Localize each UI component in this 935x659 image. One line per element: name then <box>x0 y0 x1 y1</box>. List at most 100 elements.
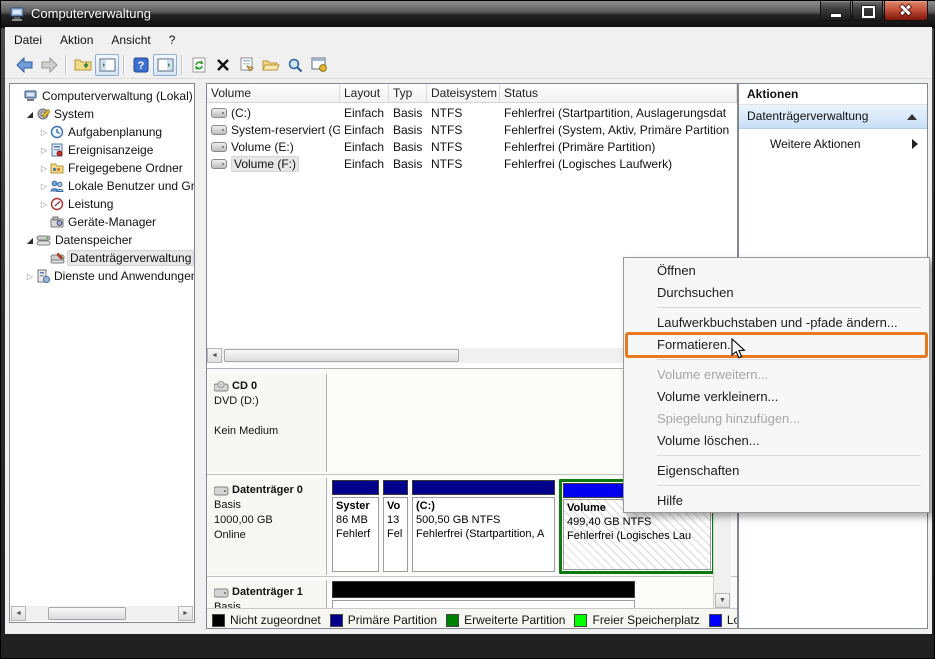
column-header-volume[interactable]: Volume <box>207 84 340 102</box>
scroll-left-icon[interactable]: ◄ <box>207 348 222 363</box>
search-button[interactable] <box>283 54 307 76</box>
menu-datei[interactable]: Datei <box>5 30 51 50</box>
tree-item-system[interactable]: System <box>10 105 194 123</box>
partition-color-band <box>383 480 408 495</box>
legend-item: Freier Speicherplatz <box>574 613 700 627</box>
tree-item-datenspeicher[interactable]: Datenspeicher <box>10 231 194 249</box>
menu-item-eigenschaften[interactable]: Eigenschaften <box>624 460 929 482</box>
maximize-icon <box>861 5 876 19</box>
legend-color-swatch <box>212 613 225 627</box>
menu-ansicht[interactable]: Ansicht <box>102 30 159 50</box>
close-button[interactable] <box>884 1 928 21</box>
collapse-icon[interactable] <box>907 114 917 120</box>
expander-icon[interactable] <box>24 110 36 119</box>
cd0-descriptor[interactable]: CD 0 DVD (D:) Kein Medium <box>208 374 327 472</box>
menu-separator <box>624 452 929 460</box>
partition-legend: Nicht zugeordnet Primäre Partition Erwei… <box>207 608 737 628</box>
partition-volume-e[interactable]: Vo 13 Fel <box>383 480 408 572</box>
partition-system-reserviert[interactable]: Syster 86 MB Fehlerf <box>332 480 379 572</box>
column-header-status[interactable]: Status <box>500 84 737 102</box>
scroll-down-icon[interactable]: ▼ <box>715 593 730 608</box>
menu-item-hilfe[interactable]: Hilfe <box>624 490 929 512</box>
mouse-cursor <box>731 338 746 359</box>
menu-aktion[interactable]: Aktion <box>51 30 102 50</box>
toolbar-separator <box>123 54 125 75</box>
table-row-system-reserviert[interactable]: System-reserviert (G:) Einfach Basis NTF… <box>207 121 737 138</box>
titlebar[interactable]: Computerverwaltung <box>1 1 935 28</box>
disk-icon <box>214 486 229 496</box>
scroll-left-icon[interactable]: ◄ <box>11 606 26 621</box>
volume-icon <box>211 107 227 118</box>
legend-color-swatch <box>329 613 343 627</box>
expander-icon[interactable] <box>24 236 36 245</box>
open-folder-button[interactable] <box>259 54 283 76</box>
expander-icon[interactable] <box>38 182 50 191</box>
tree-item-dienste-anwendungen[interactable]: Dienste und Anwendungen <box>10 267 194 285</box>
column-header-layout[interactable]: Layout <box>340 84 389 102</box>
menu-item-durchsuchen[interactable]: Durchsuchen <box>624 282 929 304</box>
tree-item-freigegebene-ordner[interactable]: Freigegebene Ordner <box>10 159 194 177</box>
submenu-arrow-icon <box>912 139 918 149</box>
system-icon <box>36 107 50 121</box>
search-icon <box>288 58 303 72</box>
export-list-button[interactable] <box>307 54 331 76</box>
minimize-icon <box>830 13 842 18</box>
actions-group-datentraegerverwaltung[interactable]: Datenträgerverwaltung <box>739 105 927 129</box>
menu-item-laufwerkbuchstaben[interactable]: Laufwerkbuchstaben und -pfade ändern... <box>624 312 929 334</box>
toolbar: ? <box>5 51 932 79</box>
disk0-descriptor[interactable]: Datenträger 0 Basis 1000,00 GB Online <box>208 478 327 575</box>
expander-icon[interactable] <box>38 146 50 155</box>
tree-item-leistung[interactable]: Leistung <box>10 195 194 213</box>
partition-color-band <box>332 581 635 598</box>
tree-item-computerverwaltung[interactable]: Computerverwaltung (Lokal) <box>10 87 194 105</box>
partition-c[interactable]: (C:) 500,50 GB NTFS Fehlerfrei (Startparti… <box>412 480 555 572</box>
table-row-volume-e[interactable]: Volume (E:) Einfach Basis NTFS Fehlerfre… <box>207 138 737 155</box>
action-pane-button[interactable] <box>153 53 177 76</box>
forward-button[interactable] <box>37 54 61 76</box>
menu-hilfe[interactable]: ? <box>160 30 185 50</box>
partition-unallocated[interactable] <box>332 581 635 609</box>
refresh-button[interactable] <box>187 54 211 76</box>
tree-item-lokale-benutzer[interactable]: Lokale Benutzer und Gru <box>10 177 194 195</box>
properties-icon <box>240 57 254 72</box>
help-button[interactable]: ? <box>129 54 153 76</box>
tree-item-ereignisanzeige[interactable]: Ereignisanzeige <box>10 141 194 159</box>
expander-icon[interactable] <box>24 272 36 281</box>
expander-icon[interactable] <box>38 200 50 209</box>
scrollbar-thumb[interactable] <box>48 607 126 620</box>
column-header-typ[interactable]: Typ <box>389 84 427 102</box>
expander-icon[interactable] <box>38 128 50 137</box>
tree-item-geraete-manager[interactable]: Geräte-Manager <box>10 213 194 231</box>
cd-drive-icon <box>214 381 229 392</box>
local-users-icon <box>50 179 64 193</box>
menu-item-volume-loeschen[interactable]: Volume löschen... <box>624 430 929 452</box>
event-viewer-icon <box>50 143 64 157</box>
legend-color-swatch <box>446 613 460 627</box>
svg-text:?: ? <box>138 60 145 72</box>
scrollbar-thumb[interactable] <box>224 349 459 362</box>
menu-item-volume-verkleinern[interactable]: Volume verkleinern... <box>624 386 929 408</box>
back-button[interactable] <box>13 54 37 76</box>
column-header-dateisystem[interactable]: Dateisystem <box>427 84 500 102</box>
folder-up-button[interactable] <box>71 54 95 76</box>
table-row-c[interactable]: (C:) Einfach Basis NTFS Fehlerfrei (Star… <box>207 104 737 121</box>
tree-item-aufgabenplanung[interactable]: Aufgabenplanung <box>10 123 194 141</box>
weitere-aktionen-item[interactable]: Weitere Aktionen <box>739 133 927 155</box>
menu-item-oeffnen[interactable]: Öffnen <box>624 260 929 282</box>
help-icon: ? <box>133 57 149 72</box>
export-list-icon <box>311 57 327 72</box>
tree-item-datentraegerverwaltung[interactable]: Datenträgerverwaltung <box>10 249 194 267</box>
minimize-button[interactable] <box>820 1 851 21</box>
disk1-descriptor[interactable]: Datenträger 1 Basis <box>208 580 327 613</box>
console-tree-button[interactable] <box>95 53 119 76</box>
maximize-button[interactable] <box>852 1 883 21</box>
tree-horizontal-scrollbar[interactable]: ◄ ► <box>11 606 193 621</box>
expander-icon[interactable] <box>38 164 50 173</box>
action-pane-icon <box>157 58 173 71</box>
properties-button[interactable] <box>235 54 259 76</box>
scroll-right-icon[interactable]: ► <box>178 606 193 621</box>
legend-item: Nicht zugeordnet <box>212 613 321 627</box>
delete-button[interactable] <box>211 54 235 76</box>
partition-color-band <box>332 480 379 495</box>
table-row-volume-f[interactable]: Volume (F:) Einfach Basis NTFS Fehlerfre… <box>207 155 737 172</box>
